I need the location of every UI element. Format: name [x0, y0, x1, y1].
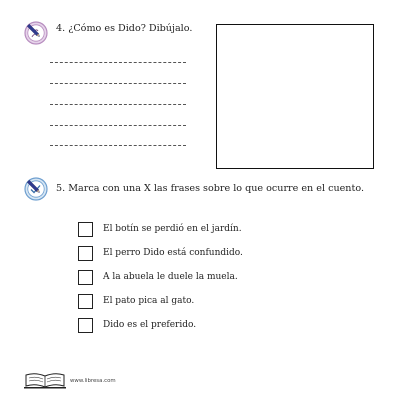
writing-line [50, 83, 186, 84]
question-5-prompt: 5. Marca con una X las frases sobre lo q… [56, 183, 364, 194]
drawing-box[interactable] [216, 24, 374, 169]
checkbox-option-1[interactable] [78, 222, 93, 237]
writing-line [50, 145, 186, 146]
option-2-label: El perro Dido está confundido. [103, 248, 243, 258]
footer-url[interactable]: www.libresa.com [70, 378, 116, 384]
pencil-drawing-icon [24, 21, 48, 45]
checkbox-option-3[interactable] [78, 270, 93, 285]
writing-line [50, 62, 186, 63]
option-3-label: A la abuela le duele la muela. [103, 272, 238, 282]
option-5-label: Dido es el preferido. [103, 320, 197, 330]
option-4-label: El pato pica al gato. [103, 296, 195, 306]
open-book-logo-icon [24, 373, 66, 389]
question-4-prompt: 4. ¿Cómo es Dido? Dibújalo. [56, 23, 193, 34]
checkbox-option-2[interactable] [78, 246, 93, 261]
checkbox-option-5[interactable] [78, 318, 93, 333]
writing-line [50, 104, 186, 105]
checkbox-option-4[interactable] [78, 294, 93, 309]
writing-line [50, 125, 186, 126]
option-1-label: El botín se perdió en el jardín. [103, 224, 242, 234]
pencil-check-icon [24, 177, 48, 201]
